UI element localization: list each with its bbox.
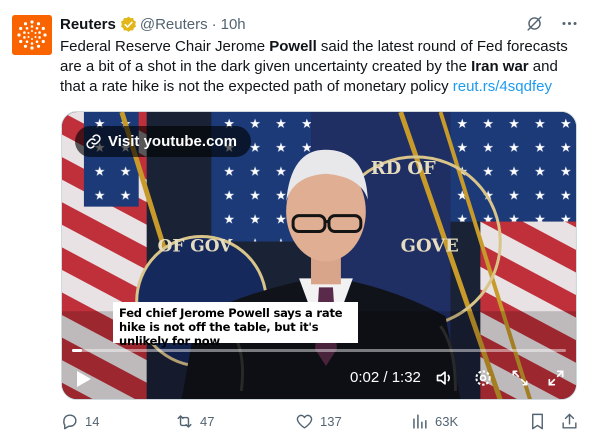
bookmark-button[interactable] xyxy=(528,412,547,431)
svg-text:OF GOV: OF GOV xyxy=(158,235,234,255)
visit-label: Visit youtube.com xyxy=(108,133,237,150)
more-icon[interactable] xyxy=(560,14,579,33)
like-icon xyxy=(295,412,314,431)
like-count: 137 xyxy=(320,414,342,429)
grok-icon[interactable] xyxy=(525,14,544,33)
article-link[interactable]: reut.rs/4sqdfey xyxy=(453,78,552,95)
reuters-logo-icon[interactable] xyxy=(12,15,52,55)
author-handle[interactable]: @Reuters xyxy=(140,16,208,33)
like-button[interactable]: 137 xyxy=(295,412,342,431)
settings-icon[interactable] xyxy=(473,368,493,388)
tweet-header: Reuters @Reuters · 10h xyxy=(60,14,246,34)
repost-button[interactable]: 47 xyxy=(175,412,214,431)
views-button[interactable]: 63K xyxy=(410,412,458,431)
share-button[interactable] xyxy=(560,412,579,431)
reply-count: 14 xyxy=(85,414,100,429)
header-actions xyxy=(525,14,579,33)
tweet-text-bold: Iran war xyxy=(471,58,529,75)
exit-fullscreen-icon[interactable] xyxy=(510,368,530,388)
video-player[interactable]: ★ OF GOV RD OF GOVE Visit yo xyxy=(61,111,577,400)
author-name[interactable]: Reuters xyxy=(60,16,116,33)
video-progress-fill xyxy=(72,349,82,352)
fullscreen-icon[interactable] xyxy=(546,368,566,388)
svg-text:RD OF: RD OF xyxy=(371,158,436,179)
video-timecode: 0:02 / 1:32 xyxy=(350,369,421,386)
reply-button[interactable]: 14 xyxy=(60,412,99,431)
video-caption: Fed chief Jerome Powell says a rate hike… xyxy=(113,302,358,348)
tweet-text-bold: Powell xyxy=(269,38,317,55)
bookmark-icon xyxy=(528,412,547,431)
repost-icon xyxy=(175,412,194,431)
tweet-text-part: Federal Reserve Chair Jerome xyxy=(60,38,270,55)
tweet-time[interactable]: 10h xyxy=(221,16,246,33)
link-icon xyxy=(85,133,102,150)
svg-text:GOVE: GOVE xyxy=(401,235,459,256)
visit-youtube-button[interactable]: Visit youtube.com xyxy=(75,126,251,157)
verified-badge-icon xyxy=(120,16,137,33)
video-progress-bar[interactable] xyxy=(72,349,566,352)
reply-icon xyxy=(60,412,79,431)
repost-count: 47 xyxy=(200,414,215,429)
tweet-actions: 14 47 137 63K xyxy=(60,412,579,434)
play-icon[interactable] xyxy=(76,370,92,388)
views-count: 63K xyxy=(435,414,459,429)
views-icon xyxy=(410,412,429,431)
share-icon xyxy=(560,412,579,431)
tweet-text: Federal Reserve Chair Jerome Powell said… xyxy=(60,37,585,97)
separator: · xyxy=(211,15,217,33)
volume-icon[interactable] xyxy=(435,368,455,388)
